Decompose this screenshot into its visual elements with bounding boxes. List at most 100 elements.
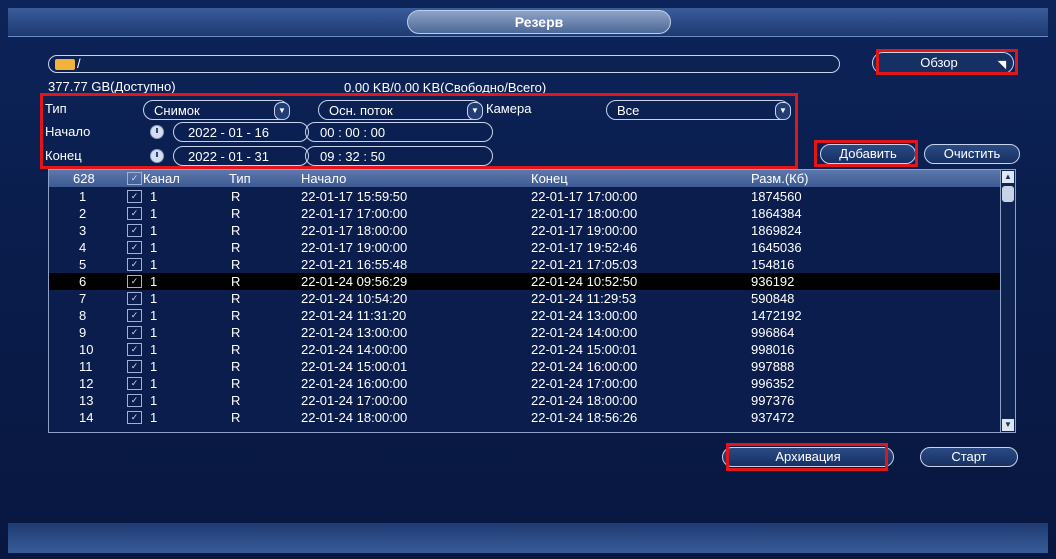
chevron-down-icon: ▼ — [467, 102, 483, 120]
row-size: 154816 — [751, 257, 795, 272]
row-size: 996352 — [751, 376, 795, 391]
type-select[interactable]: Снимок ▼ — [143, 100, 290, 120]
row-type: R — [231, 308, 241, 323]
row-channel: 1 — [150, 257, 158, 272]
start-time-field[interactable]: 00 : 00 : 00 — [305, 122, 493, 142]
row-checkbox[interactable]: ✓ — [127, 411, 142, 424]
table-row[interactable]: ✓ 11 1 R 22-01-24 15:00:01 22-01-24 16:00:00 9… — [49, 358, 1001, 375]
row-checkbox[interactable]: ✓ — [127, 309, 142, 322]
row-number: 7 — [79, 291, 87, 306]
row-number: 10 — [79, 342, 94, 357]
row-checkbox[interactable]: ✓ — [127, 224, 142, 237]
available-space: 377.77 GB(Доступно) — [48, 79, 176, 94]
row-end: 22-01-17 18:00:00 — [531, 206, 638, 221]
row-end: 22-01-17 19:52:46 — [531, 240, 638, 255]
row-checkbox[interactable]: ✓ — [127, 275, 142, 288]
row-end: 22-01-24 17:00:00 — [531, 376, 638, 391]
row-checkbox[interactable]: ✓ — [127, 292, 142, 305]
row-channel: 1 — [150, 206, 158, 221]
row-type: R — [231, 240, 241, 255]
clock-icon — [150, 149, 164, 163]
row-type: R — [231, 376, 241, 391]
table-row[interactable]: ✓ 6 1 R 22-01-24 09:56:29 22-01-24 10:52:50 93… — [49, 273, 1001, 290]
row-checkbox[interactable]: ✓ — [127, 394, 142, 407]
table-row[interactable]: ✓ 14 1 R 22-01-24 18:00:00 22-01-24 18:56:26 9… — [49, 409, 1001, 426]
row-checkbox[interactable]: ✓ — [127, 326, 142, 339]
row-channel: 1 — [150, 393, 158, 408]
row-channel: 1 — [150, 274, 158, 289]
camera-select[interactable]: Все ▼ — [606, 100, 791, 120]
row-channel: 1 — [150, 189, 158, 204]
row-end: 22-01-24 11:29:53 — [531, 291, 637, 306]
row-type: R — [231, 223, 241, 238]
add-highlight — [814, 140, 918, 167]
row-number: 8 — [79, 308, 87, 323]
row-number: 5 — [79, 257, 87, 272]
path-field[interactable]: / — [48, 55, 840, 73]
folder-icon — [55, 59, 75, 70]
table-row[interactable]: ✓ 1 1 R 22-01-17 15:59:50 22-01-17 17:00:00 18… — [49, 188, 1001, 205]
path-value: / — [77, 56, 81, 71]
file-table: 628 ✓ Канал Тип Начало Конец Разм.(Кб) ✓… — [48, 169, 1016, 433]
row-size: 590848 — [751, 291, 795, 306]
scrollbar[interactable]: ▲ ▼ — [1000, 170, 1015, 432]
row-start: 22-01-17 17:00:00 — [301, 206, 408, 221]
clock-icon — [150, 125, 164, 139]
table-row[interactable]: ✓ 8 1 R 22-01-24 11:31:20 22-01-24 13:00:00 14… — [49, 307, 1001, 324]
scroll-up-icon[interactable]: ▲ — [1002, 171, 1014, 183]
scroll-thumb[interactable] — [1002, 186, 1014, 202]
row-channel: 1 — [150, 223, 158, 238]
window-title: Резерв — [407, 10, 671, 34]
row-checkbox[interactable]: ✓ — [127, 241, 142, 254]
start-button[interactable]: Старт — [920, 447, 1018, 467]
end-time-field[interactable]: 09 : 32 : 50 — [305, 146, 493, 166]
table-row[interactable]: ✓ 3 1 R 22-01-17 18:00:00 22-01-17 19:00:00 18… — [49, 222, 1001, 239]
row-start: 22-01-24 14:00:00 — [301, 342, 408, 357]
row-type: R — [231, 325, 241, 340]
row-checkbox[interactable]: ✓ — [127, 377, 142, 390]
stream-select[interactable]: Осн. поток ▼ — [318, 100, 483, 120]
row-end: 22-01-24 18:00:00 — [531, 393, 638, 408]
row-number: 12 — [79, 376, 94, 391]
chevron-down-icon: ▼ — [274, 102, 290, 120]
row-start: 22-01-24 18:00:00 — [301, 410, 408, 425]
clear-button[interactable]: Очистить — [924, 144, 1020, 164]
scroll-down-icon[interactable]: ▼ — [1002, 419, 1014, 431]
row-end: 22-01-24 18:56:26 — [531, 410, 638, 425]
row-type: R — [231, 291, 241, 306]
table-row[interactable]: ✓ 2 1 R 22-01-17 17:00:00 22-01-17 18:00:00 18… — [49, 205, 1001, 222]
start-date-field[interactable]: 2022 - 01 - 16 — [173, 122, 309, 142]
row-end: 22-01-24 13:00:00 — [531, 308, 638, 323]
table-header: 628 ✓ Канал Тип Начало Конец Разм.(Кб) — [49, 170, 1001, 187]
table-row[interactable]: ✓ 9 1 R 22-01-24 13:00:00 22-01-24 14:00:00 99… — [49, 324, 1001, 341]
row-end: 22-01-17 19:00:00 — [531, 223, 638, 238]
end-date-field[interactable]: 2022 - 01 - 31 — [173, 146, 309, 166]
table-row[interactable]: ✓ 5 1 R 22-01-21 16:55:48 22-01-21 17:05:03 15… — [49, 256, 1001, 273]
row-end: 22-01-24 15:00:01 — [531, 342, 638, 357]
row-type: R — [231, 342, 241, 357]
row-channel: 1 — [150, 359, 158, 374]
row-checkbox[interactable]: ✓ — [127, 360, 142, 373]
row-start: 22-01-21 16:55:48 — [301, 257, 408, 272]
row-channel: 1 — [150, 308, 158, 323]
table-row[interactable]: ✓ 12 1 R 22-01-24 16:00:00 22-01-24 17:00:00 9… — [49, 375, 1001, 392]
row-start: 22-01-24 11:31:20 — [301, 308, 407, 323]
row-end: 22-01-17 17:00:00 — [531, 189, 638, 204]
row-channel: 1 — [150, 376, 158, 391]
table-row[interactable]: ✓ 13 1 R 22-01-24 17:00:00 22-01-24 18:00:00 9… — [49, 392, 1001, 409]
row-checkbox[interactable]: ✓ — [127, 207, 142, 220]
table-row[interactable]: ✓ 10 1 R 22-01-24 14:00:00 22-01-24 15:00:01 9… — [49, 341, 1001, 358]
row-size: 936192 — [751, 274, 795, 289]
table-row[interactable]: ✓ 4 1 R 22-01-17 19:00:00 22-01-17 19:52:46 16… — [49, 239, 1001, 256]
row-checkbox[interactable]: ✓ — [127, 190, 142, 203]
row-number: 4 — [79, 240, 87, 255]
row-checkbox[interactable]: ✓ — [127, 258, 142, 271]
row-end: 22-01-24 10:52:50 — [531, 274, 638, 289]
row-start: 22-01-24 10:54:20 — [301, 291, 408, 306]
row-number: 1 — [79, 189, 87, 204]
table-row[interactable]: ✓ 7 1 R 22-01-24 10:54:20 22-01-24 11:29:53 59… — [49, 290, 1001, 307]
select-all-checkbox[interactable]: ✓ — [127, 172, 142, 185]
row-size: 997376 — [751, 393, 795, 408]
row-checkbox[interactable]: ✓ — [127, 343, 142, 356]
row-number: 14 — [79, 410, 94, 425]
